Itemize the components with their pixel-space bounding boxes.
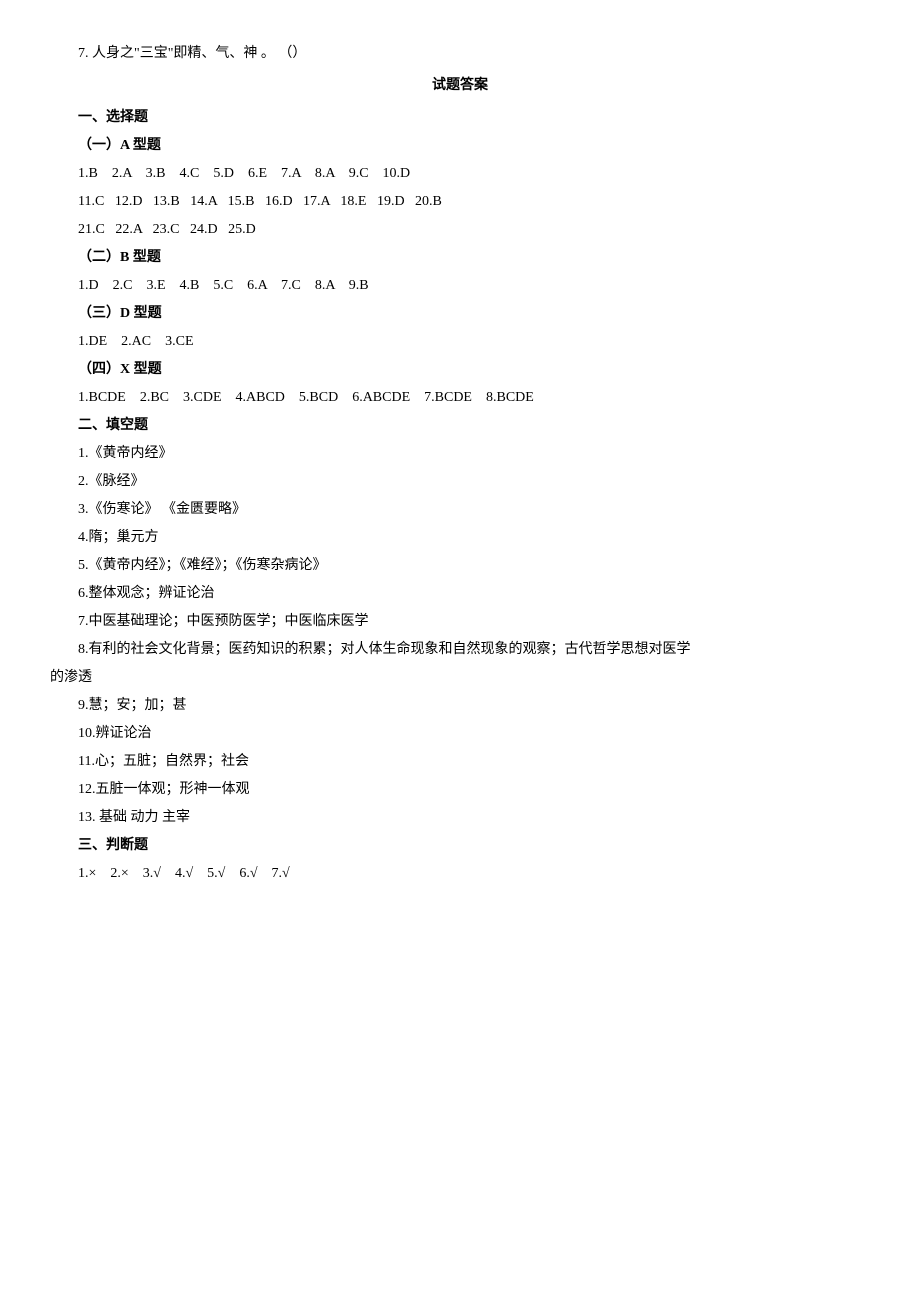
answer-title: 试题答案 bbox=[50, 72, 870, 100]
section-1-title: 一、选择题 bbox=[50, 104, 870, 132]
section-3-title: 三、判断题 bbox=[50, 832, 870, 860]
fill-4: 4.隋；巢元方 bbox=[50, 524, 870, 552]
fill-13: 13. 基础 动力 主宰 bbox=[50, 804, 870, 832]
section-2-title: 二、填空题 bbox=[50, 412, 870, 440]
sub-b-title: （二）B 型题 bbox=[50, 244, 870, 272]
sub-a-title: （一）A 型题 bbox=[50, 132, 870, 160]
judge-answers-line-1: 1.× 2.× 3.√ 4.√ 5.√ 6.√ 7.√ bbox=[50, 860, 870, 888]
fill-2: 2.《脉经》 bbox=[50, 468, 870, 496]
fill-9: 9.慧；安；加；甚 bbox=[50, 692, 870, 720]
a-answers-line-3: 21.C 22.A 23.C 24.D 25.D bbox=[50, 216, 870, 244]
fill-5: 5.《黄帝内经》；《难经》；《伤寒杂病论》 bbox=[50, 552, 870, 580]
a-answers-line-1: 1.B 2.A 3.B 4.C 5.D 6.E 7.A 8.A 9.C 10.D bbox=[50, 160, 870, 188]
fill-3: 3.《伤寒论》 《金匮要略》 bbox=[50, 496, 870, 524]
b-answers-line-1: 1.D 2.C 3.E 4.B 5.C 6.A 7.C 8.A 9.B bbox=[50, 272, 870, 300]
question-7: 7. 人身之"三宝"即精、气、神 。 （） bbox=[50, 40, 870, 68]
fill-7: 7.中医基础理论；中医预防医学；中医临床医学 bbox=[50, 608, 870, 636]
fill-8b: 的渗透 bbox=[50, 664, 870, 692]
d-answers-line-1: 1.DE 2.AC 3.CE bbox=[50, 328, 870, 356]
sub-d-title: （三）D 型题 bbox=[50, 300, 870, 328]
fill-10: 10.辨证论治 bbox=[50, 720, 870, 748]
x-answers-line-1: 1.BCDE 2.BC 3.CDE 4.ABCD 5.BCD 6.ABCDE 7… bbox=[50, 384, 870, 412]
a-answers-line-2: 11.C 12.D 13.B 14.A 15.B 16.D 17.A 18.E … bbox=[50, 188, 870, 216]
fill-12: 12.五脏一体观；形神一体观 bbox=[50, 776, 870, 804]
fill-11: 11.心；五脏；自然界；社会 bbox=[50, 748, 870, 776]
fill-6: 6.整体观念；辨证论治 bbox=[50, 580, 870, 608]
fill-1: 1.《黄帝内经》 bbox=[50, 440, 870, 468]
fill-8: 8.有利的社会文化背景；医药知识的积累；对人体生命现象和自然现象的观察；古代哲学… bbox=[50, 636, 870, 664]
sub-x-title: （四）X 型题 bbox=[50, 356, 870, 384]
